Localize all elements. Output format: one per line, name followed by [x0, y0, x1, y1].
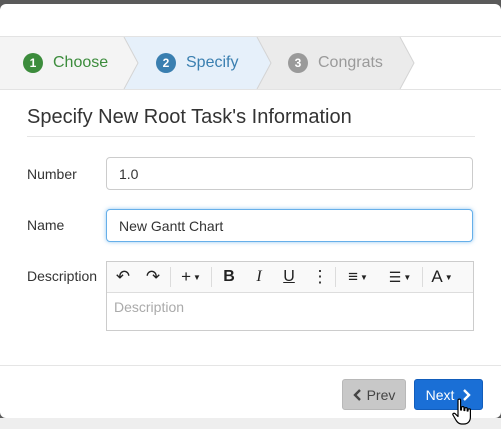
number-label: Number [27, 166, 77, 182]
bold-button[interactable]: B [219, 267, 239, 287]
step-label: Choose [53, 54, 109, 71]
toolbar-separator [335, 267, 336, 287]
toolbar-separator [170, 267, 171, 287]
align-left-icon: ≡ [348, 267, 358, 286]
step-number-badge: 3 [288, 53, 308, 73]
wizard-steps: 1 Choose 2 Specify 3 Congrats [0, 36, 501, 90]
name-label: Name [27, 217, 65, 233]
form-title: Specify New Root Task's Information [27, 106, 352, 128]
wizard-step-congrats[interactable]: 3 Congrats [288, 51, 383, 75]
wizard-step-choose[interactable]: 1 Choose [23, 51, 108, 75]
more-icon[interactable]: ⋮ [310, 267, 330, 287]
toolbar-separator [422, 267, 423, 287]
font-icon: A [431, 267, 443, 286]
caret-down-icon: ▼ [360, 272, 368, 282]
description-editor: ↶ ↷ + ▼ B I U ⋮ ≡ ▼ ☰ ▼ A ▼ Description [106, 261, 474, 331]
title-divider [27, 136, 475, 137]
underline-button[interactable]: U [279, 267, 299, 287]
next-button-label: Next [425, 386, 455, 403]
wizard-step-specify[interactable]: 2 Specify [156, 51, 238, 75]
bullet-list-icon: ☰ [388, 268, 402, 285]
chevron-left-icon [352, 388, 361, 401]
italic-button[interactable]: I [249, 267, 269, 287]
list-menu-button[interactable]: ☰ ▼ [383, 267, 417, 287]
hand-cursor-icon [452, 398, 471, 425]
align-menu-button[interactable]: ≡ ▼ [341, 267, 375, 287]
step-label: Congrats [318, 54, 383, 71]
insert-menu-button[interactable]: + ▼ [176, 267, 206, 287]
redo-icon[interactable]: ↷ [143, 267, 163, 287]
undo-icon[interactable]: ↶ [113, 267, 133, 287]
description-input[interactable]: Description [114, 299, 184, 315]
caret-down-icon: ▼ [193, 272, 201, 282]
step-label: Specify [186, 54, 239, 71]
step-number-badge: 1 [23, 53, 43, 73]
footer-divider [0, 365, 501, 366]
prev-button[interactable]: Prev [342, 379, 406, 410]
background-page [0, 418, 501, 429]
toolbar-separator [211, 267, 212, 287]
caret-down-icon: ▼ [444, 272, 453, 282]
caret-down-icon: ▼ [403, 272, 412, 282]
editor-toolbar: ↶ ↷ + ▼ B I U ⋮ ≡ ▼ ☰ ▼ A ▼ [107, 262, 473, 293]
description-label: Description [27, 268, 98, 284]
step-number-badge: 2 [156, 53, 176, 73]
plus-icon: + [181, 267, 191, 286]
number-field[interactable]: 1.0 [106, 157, 473, 190]
new-task-dialog: 1 Choose 2 Specify 3 Congrats Specify Ne… [0, 4, 501, 418]
prev-button-label: Prev [366, 386, 396, 403]
font-menu-button[interactable]: A ▼ [427, 267, 457, 287]
name-field[interactable]: New Gantt Chart [106, 209, 473, 242]
